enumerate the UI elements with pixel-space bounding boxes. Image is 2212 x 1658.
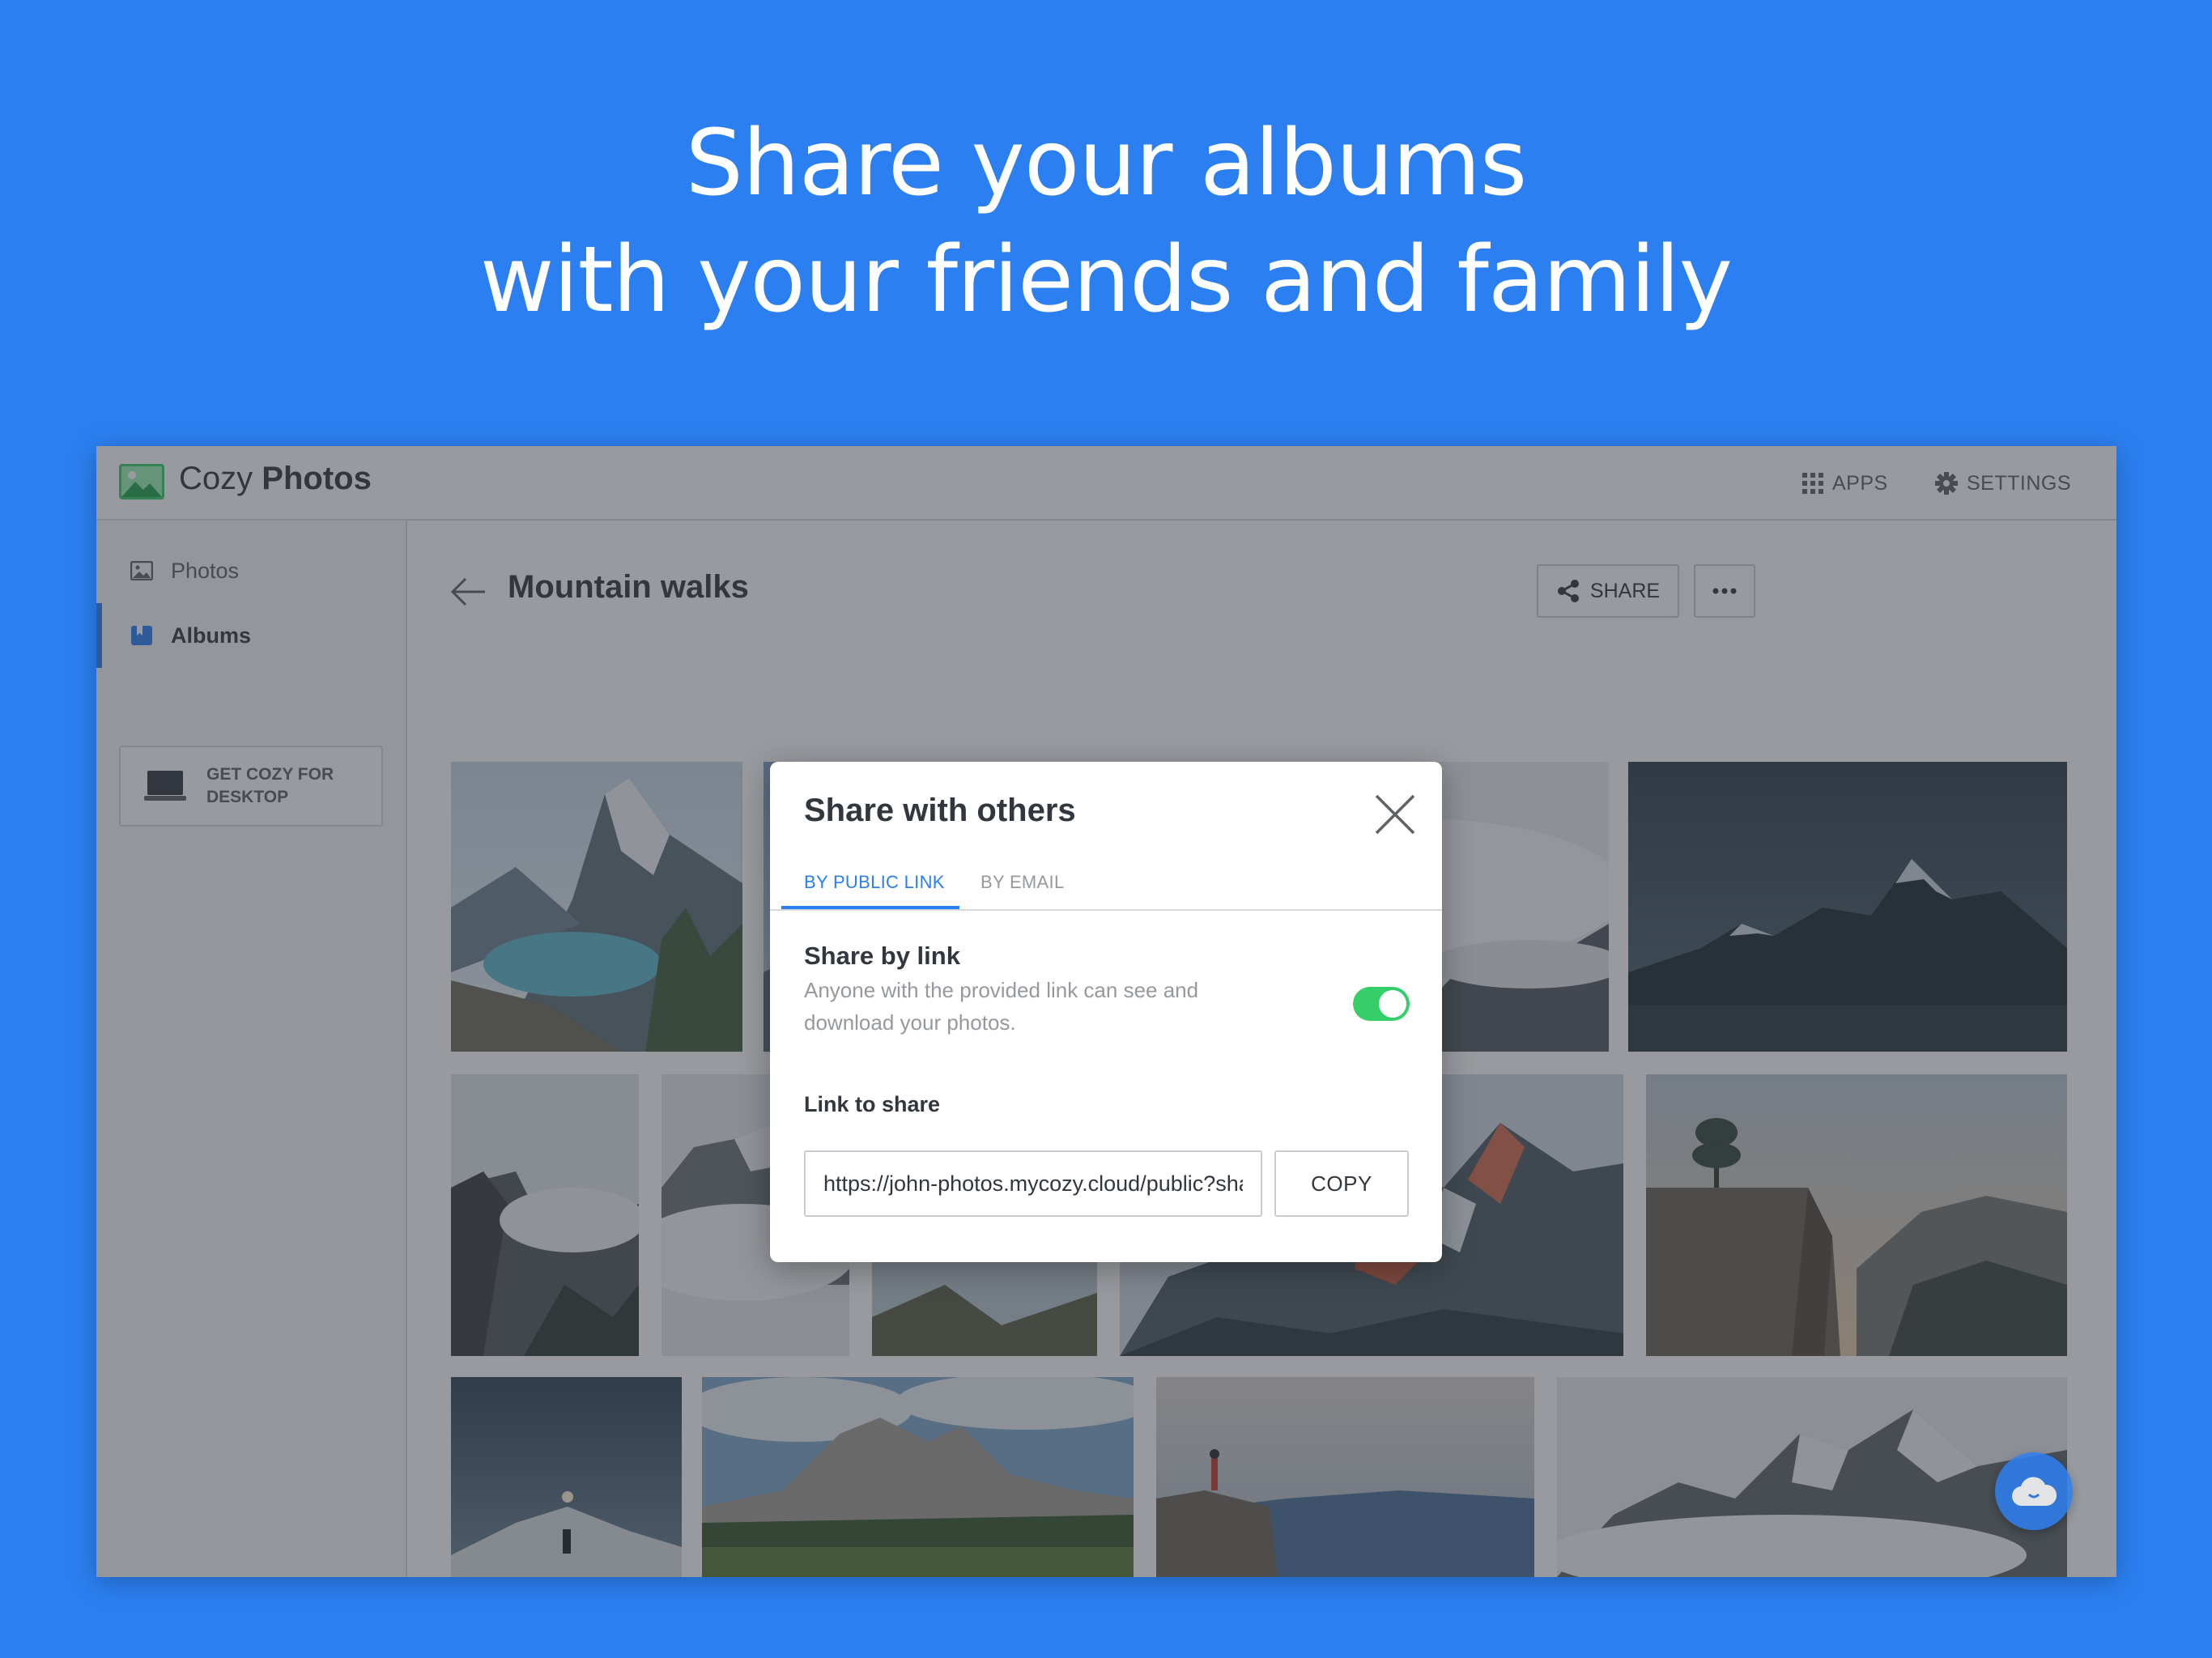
- share-link-field[interactable]: [804, 1150, 1262, 1217]
- tab-public-link[interactable]: BY PUBLIC LINK: [804, 872, 945, 893]
- tab-email[interactable]: BY EMAIL: [981, 872, 1064, 893]
- share-by-link-title: Share by link: [804, 942, 960, 970]
- hero-heading: Share your albums with your friends and …: [0, 105, 2212, 338]
- toggle-knob: [1379, 990, 1406, 1018]
- modal-title: Share with others: [804, 793, 1076, 828]
- cozy-bar-button[interactable]: [1995, 1452, 2073, 1530]
- share-modal: Share with others BY PUBLIC LINK BY EMAI…: [770, 762, 1442, 1262]
- link-to-share-label: Link to share: [804, 1092, 941, 1116]
- share-by-link-description: Anyone with the provided link can see an…: [804, 978, 1199, 1035]
- copy-button[interactable]: COPY: [1274, 1150, 1409, 1217]
- share-tabs: BY PUBLIC LINK BY EMAIL: [770, 859, 1442, 911]
- hero-line-1: Share your albums: [685, 111, 1528, 216]
- cloud-icon: [2012, 1477, 2057, 1507]
- active-tab-indicator: [781, 906, 959, 909]
- share-link-toggle[interactable]: [1353, 987, 1410, 1021]
- hero-line-2: with your friends and family: [479, 227, 1733, 333]
- close-icon[interactable]: [1373, 793, 1417, 836]
